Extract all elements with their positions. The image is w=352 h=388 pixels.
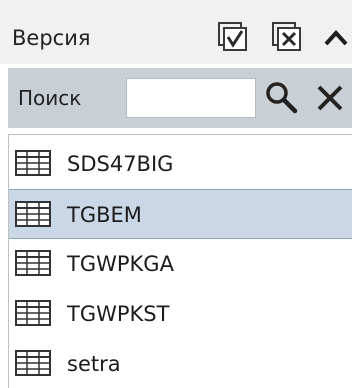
checkbox-x-icon: [272, 22, 301, 51]
search-label: Поиск: [18, 86, 82, 110]
panel-header: Версия: [0, 0, 352, 64]
list-item-label: TGBEM: [67, 203, 142, 227]
table-icon: [15, 201, 51, 227]
list-item-label: SDS47BIG: [67, 152, 174, 176]
select-all-button[interactable]: [218, 22, 248, 52]
search-icon: [266, 82, 298, 114]
deselect-all-button[interactable]: [272, 22, 302, 52]
collapse-button[interactable]: [322, 26, 352, 50]
search-button[interactable]: [264, 80, 298, 114]
panel-title: Версия: [12, 26, 91, 50]
search-input[interactable]: [126, 78, 256, 118]
list-item-label: TGWPKGA: [67, 252, 174, 276]
list-item-label: setra: [67, 352, 121, 376]
table-icon: [15, 250, 51, 276]
close-icon: [317, 85, 343, 111]
list-item[interactable]: TGWPKST: [9, 289, 352, 339]
table-icon: [15, 350, 51, 376]
chevron-up-icon: [324, 30, 348, 46]
list-item[interactable]: TGWPKGA: [9, 239, 352, 289]
search-bar: Поиск: [8, 68, 352, 128]
table-icon: [15, 150, 51, 176]
version-filter-panel: Версия Поиск SDS47BIG TGBEM TGWPKGA TGWP…: [0, 0, 352, 388]
checkbox-checked-icon: [218, 22, 247, 51]
list-item[interactable]: SDS47BIG: [9, 139, 352, 189]
clear-search-button[interactable]: [316, 84, 344, 112]
list-item-label: TGWPKST: [67, 302, 170, 326]
table-icon: [15, 300, 51, 326]
version-list: SDS47BIG TGBEM TGWPKGA TGWPKST setra: [8, 134, 352, 388]
list-item[interactable]: setra: [9, 339, 352, 388]
list-item[interactable]: TGBEM: [9, 189, 352, 239]
